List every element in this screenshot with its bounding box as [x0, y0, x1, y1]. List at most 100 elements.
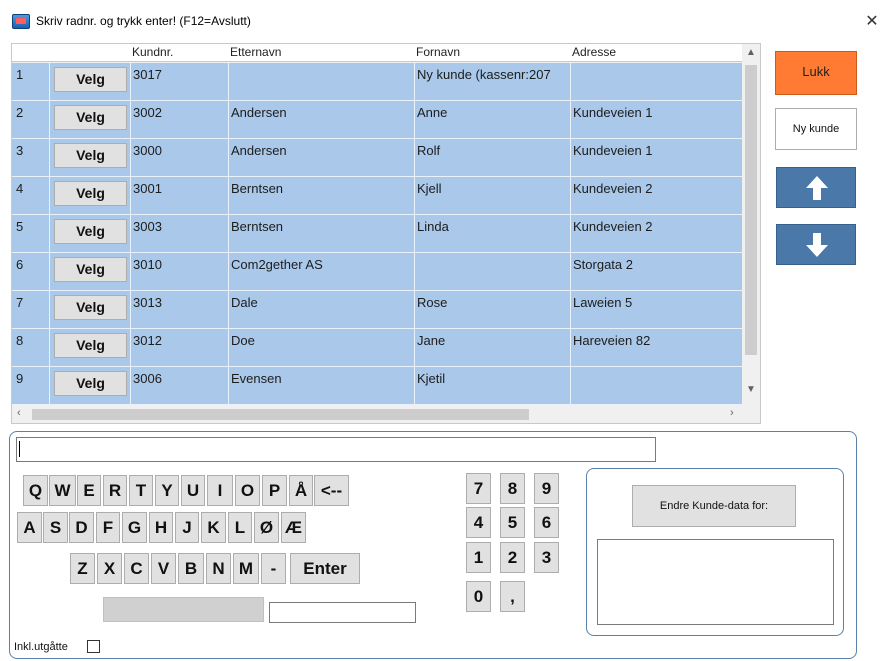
- key-j[interactable]: J: [175, 512, 199, 543]
- key-w[interactable]: W: [49, 475, 76, 506]
- table-row[interactable]: 2 Velg 3002 Andersen Anne Kundeveien 1: [12, 101, 742, 139]
- velg-button[interactable]: Velg: [54, 333, 127, 358]
- key-minus[interactable]: -: [261, 553, 286, 584]
- adresse-cell: Kundeveien 2: [570, 177, 742, 214]
- endre-kunde-data-button[interactable]: Endre Kunde-data for:: [632, 485, 796, 527]
- key-x[interactable]: X: [97, 553, 122, 584]
- grid-rows: 1 Velg 3017 Ny kunde (kassenr:207 2 Velg…: [12, 63, 742, 405]
- key-g[interactable]: G: [122, 512, 147, 543]
- scroll-down-icon[interactable]: ▼: [746, 384, 756, 395]
- table-row[interactable]: 7 Velg 3013 Dale Rose Laweien 5: [12, 291, 742, 329]
- table-row[interactable]: 6 Velg 3010 Com2gether AS Storgata 2: [12, 253, 742, 291]
- key-k[interactable]: K: [201, 512, 226, 543]
- key-enter[interactable]: Enter: [290, 553, 360, 584]
- key-2[interactable]: 2: [500, 542, 525, 573]
- key-1[interactable]: 1: [466, 542, 491, 573]
- velg-button[interactable]: Velg: [54, 143, 127, 168]
- row-number: 3: [12, 139, 50, 176]
- key-f[interactable]: F: [96, 512, 120, 543]
- key-aa[interactable]: Å: [289, 475, 313, 506]
- kundnr-cell: 3002: [130, 101, 228, 138]
- table-row[interactable]: 5 Velg 3003 Berntsen Linda Kundeveien 2: [12, 215, 742, 253]
- key-c[interactable]: C: [124, 553, 149, 584]
- velg-button[interactable]: Velg: [54, 67, 127, 92]
- command-input[interactable]: [16, 437, 656, 462]
- scroll-down-button[interactable]: [776, 224, 856, 265]
- table-row[interactable]: 3 Velg 3000 Andersen Rolf Kundeveien 1: [12, 139, 742, 177]
- key-6[interactable]: 6: [534, 507, 559, 538]
- inkl-utgatte-checkbox[interactable]: [87, 640, 100, 653]
- key-a[interactable]: A: [17, 512, 42, 543]
- vertical-scrollbar[interactable]: ▲ ▼: [742, 44, 760, 404]
- velg-button[interactable]: Velg: [54, 257, 127, 282]
- fornavn-cell: Kjetil: [414, 367, 570, 404]
- key-oe[interactable]: Ø: [254, 512, 279, 543]
- horizontal-scroll-thumb[interactable]: [32, 409, 529, 420]
- column-header-adresse[interactable]: Adresse: [572, 45, 616, 59]
- column-header-fornavn[interactable]: Fornavn: [416, 45, 460, 59]
- customer-grid: Kundnr. Etternavn Fornavn Adresse 1 Velg…: [11, 43, 761, 424]
- etternavn-cell: Evensen: [228, 367, 414, 404]
- key-i[interactable]: I: [207, 475, 233, 506]
- key-comma[interactable]: ,: [500, 581, 525, 612]
- velg-button[interactable]: Velg: [54, 371, 127, 396]
- table-row[interactable]: 1 Velg 3017 Ny kunde (kassenr:207: [12, 63, 742, 101]
- vertical-scroll-thumb[interactable]: [745, 65, 757, 355]
- velg-button[interactable]: Velg: [54, 295, 127, 320]
- kundnr-cell: 3000: [130, 139, 228, 176]
- scroll-right-icon[interactable]: ›: [730, 407, 734, 419]
- column-header-kundnr[interactable]: Kundnr.: [132, 45, 173, 59]
- key-n[interactable]: N: [206, 553, 231, 584]
- key-4[interactable]: 4: [466, 507, 491, 538]
- scroll-left-icon[interactable]: ‹: [17, 407, 21, 419]
- adresse-cell: Laweien 5: [570, 291, 742, 328]
- key-h[interactable]: H: [149, 512, 173, 543]
- key-z[interactable]: Z: [70, 553, 95, 584]
- etternavn-cell: Andersen: [228, 101, 414, 138]
- key-t[interactable]: T: [129, 475, 153, 506]
- velg-button[interactable]: Velg: [54, 181, 127, 206]
- key-r[interactable]: R: [103, 475, 127, 506]
- key-7[interactable]: 7: [466, 473, 491, 504]
- key-8[interactable]: 8: [500, 473, 525, 504]
- key-m[interactable]: M: [233, 553, 259, 584]
- horizontal-scrollbar[interactable]: ‹ ›: [12, 405, 742, 423]
- table-row[interactable]: 8 Velg 3012 Doe Jane Hareveien 82: [12, 329, 742, 367]
- key-o[interactable]: O: [235, 475, 260, 506]
- scroll-up-button[interactable]: [776, 167, 856, 208]
- key-u[interactable]: U: [181, 475, 205, 506]
- fornavn-cell: Linda: [414, 215, 570, 252]
- key-s[interactable]: S: [43, 512, 68, 543]
- key-3[interactable]: 3: [534, 542, 559, 573]
- velg-button[interactable]: Velg: [54, 219, 127, 244]
- key-y[interactable]: Y: [155, 475, 179, 506]
- small-input-field[interactable]: [269, 602, 416, 623]
- key-v[interactable]: V: [151, 553, 176, 584]
- key-5[interactable]: 5: [500, 507, 525, 538]
- table-row[interactable]: 9 Velg 3006 Evensen Kjetil: [12, 367, 742, 405]
- velg-button[interactable]: Velg: [54, 105, 127, 130]
- etternavn-cell: Berntsen: [228, 215, 414, 252]
- app-window: Skriv radnr. og trykk enter! (F12=Avslut…: [0, 0, 882, 661]
- table-row[interactable]: 4 Velg 3001 Berntsen Kjell Kundeveien 2: [12, 177, 742, 215]
- close-icon[interactable]: ✕: [862, 11, 882, 31]
- key-q[interactable]: Q: [23, 475, 48, 506]
- endre-kunde-textbox[interactable]: [597, 539, 834, 625]
- key-l[interactable]: L: [228, 512, 252, 543]
- scroll-up-icon[interactable]: ▲: [746, 47, 756, 58]
- key-9[interactable]: 9: [534, 473, 559, 504]
- ny-kunde-button[interactable]: Ny kunde: [775, 108, 857, 150]
- kundnr-cell: 3003: [130, 215, 228, 252]
- key-b[interactable]: B: [178, 553, 204, 584]
- key-0[interactable]: 0: [466, 581, 491, 612]
- etternavn-cell: Dale: [228, 291, 414, 328]
- etternavn-cell: Andersen: [228, 139, 414, 176]
- lukk-button[interactable]: Lukk: [775, 51, 857, 95]
- column-header-etternavn[interactable]: Etternavn: [230, 45, 281, 59]
- key-e[interactable]: E: [77, 475, 101, 506]
- key-d[interactable]: D: [69, 512, 94, 543]
- etternavn-cell: Berntsen: [228, 177, 414, 214]
- key-ae[interactable]: Æ: [281, 512, 306, 543]
- key-p[interactable]: P: [262, 475, 287, 506]
- key-backspace[interactable]: <--: [314, 475, 349, 506]
